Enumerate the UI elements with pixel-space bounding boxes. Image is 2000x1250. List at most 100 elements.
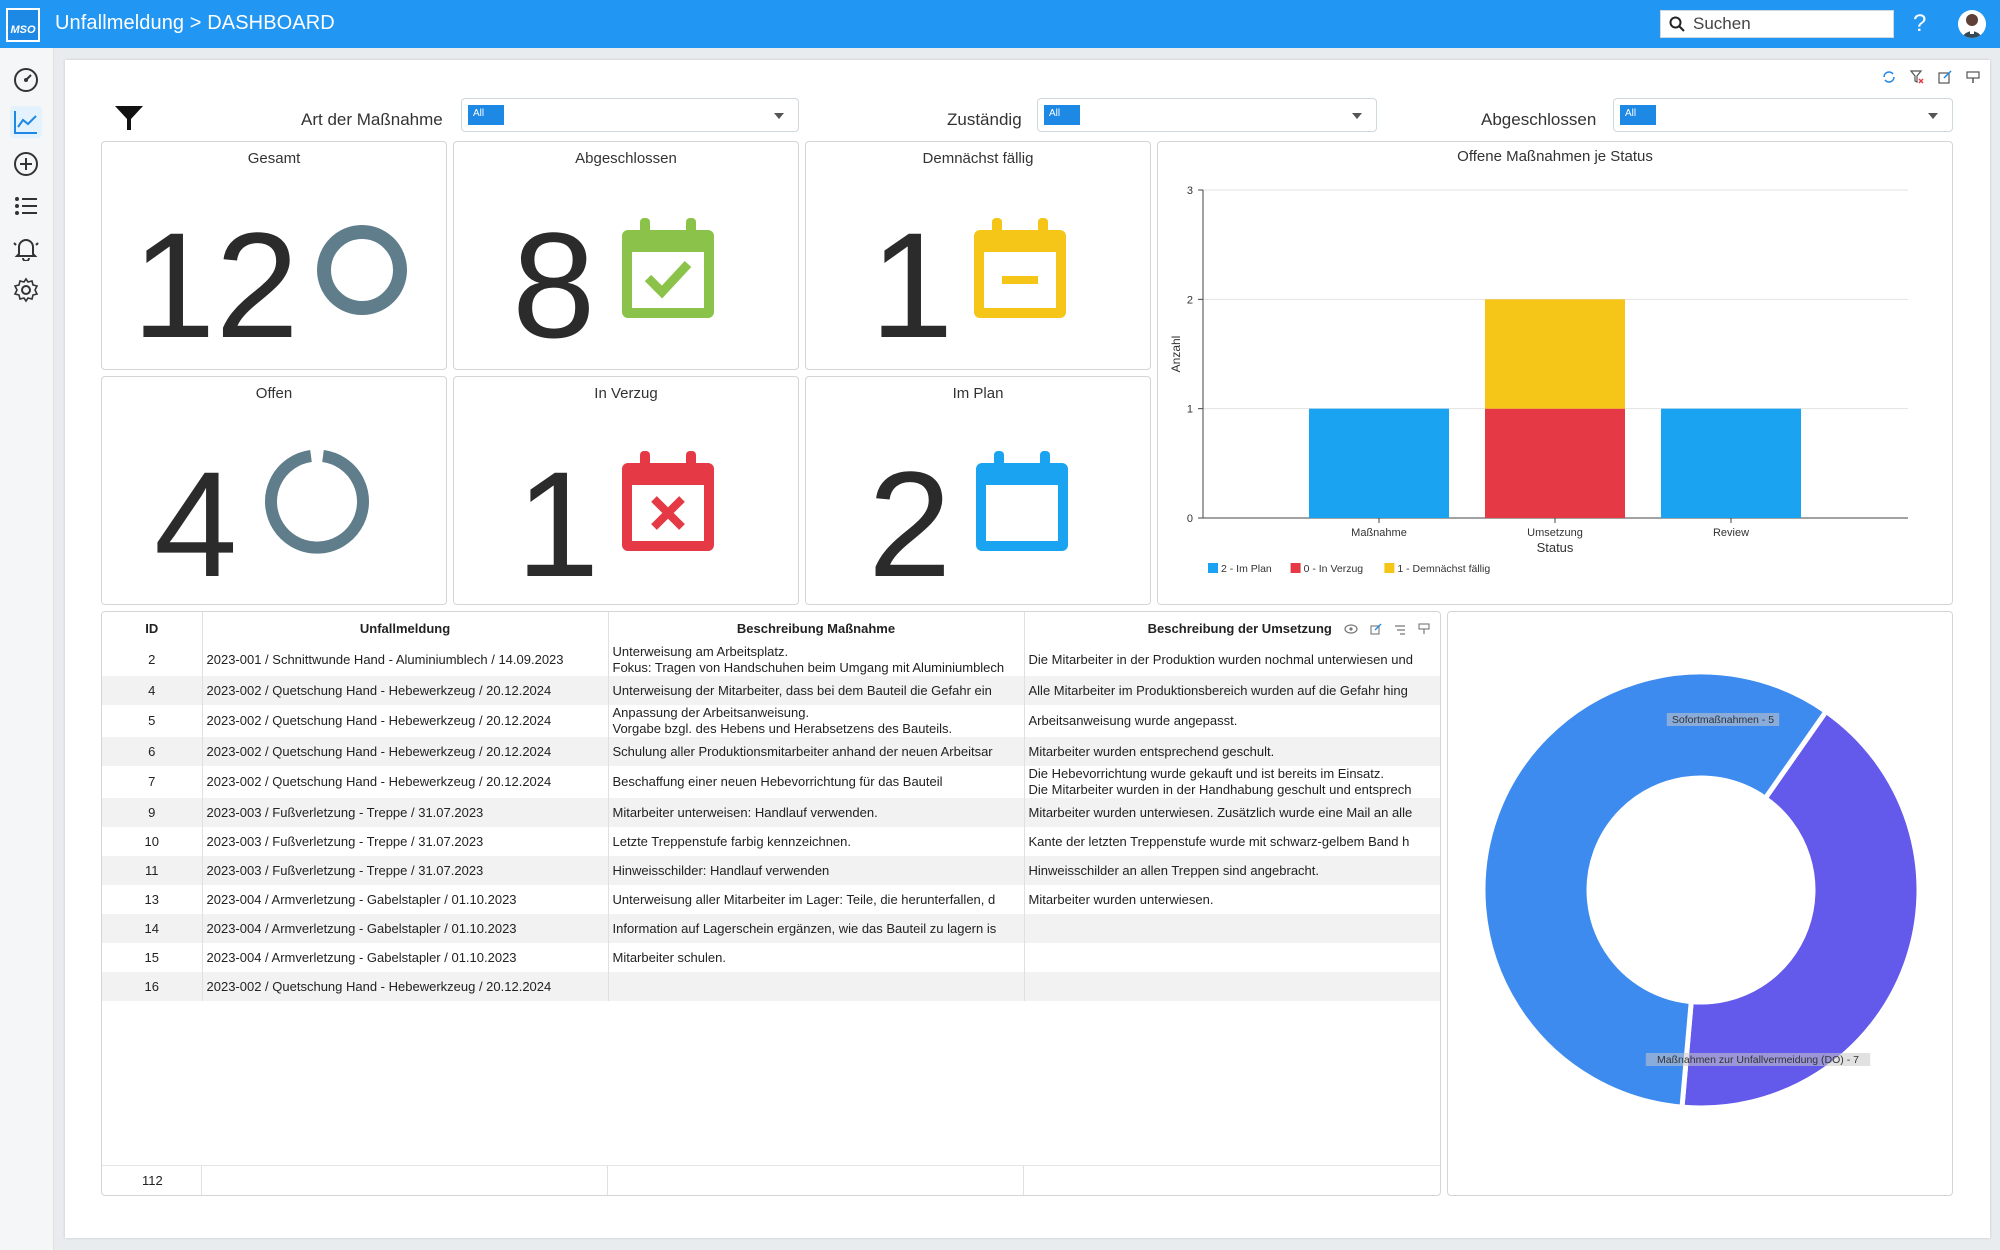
kpi-card-plan[interactable]: Im Plan 2 xyxy=(805,376,1151,605)
cell-line: Die Mitarbeiter wurden in der Handhabung… xyxy=(1028,782,1412,797)
cell-umsetzung xyxy=(1024,914,1440,943)
search-input[interactable]: Suchen xyxy=(1660,10,1894,38)
filter-label-zustaendig: Zuständig xyxy=(947,110,1022,129)
cell-umsetzung: Hinweisschilder an allen Treppen sind an… xyxy=(1024,856,1440,885)
filter-chip: All xyxy=(468,105,504,125)
search-icon xyxy=(1669,16,1685,32)
filter-select-zustaendig[interactable]: All xyxy=(1037,98,1377,132)
calendar-empty-icon xyxy=(976,451,1068,551)
pin-icon[interactable] xyxy=(1964,68,1982,86)
cell-id: 15 xyxy=(102,943,203,972)
cell-line: 15 xyxy=(144,949,159,965)
column-header-umsetzung[interactable]: Beschreibung der Umsetzung xyxy=(1024,612,1440,644)
table-row[interactable]: 9 2023-003 / Fußverletzung - Treppe / 31.… xyxy=(102,798,1440,827)
table-row[interactable]: 7 2023-002 / Quetschung Hand - Hebewerkze… xyxy=(102,766,1440,798)
kpi-title: Abgeschlossen xyxy=(575,150,677,167)
bar xyxy=(1485,299,1625,409)
table-row[interactable]: 5 2023-002 / Quetschung Hand - Hebewerkze… xyxy=(102,705,1440,737)
calendar-minus-icon xyxy=(974,218,1066,318)
cell-massnahme: Anpassung der Arbeitsanweisung. Vorgabe b… xyxy=(608,705,1025,737)
column-header-unfallmeldung[interactable]: Unfallmeldung xyxy=(202,612,609,644)
kpi-value: 1 xyxy=(516,440,600,608)
table-row[interactable]: 4 2023-002 / Quetschung Hand - Hebewerkze… xyxy=(102,676,1440,705)
calendar-x-icon xyxy=(622,451,714,551)
eye-icon[interactable] xyxy=(1343,623,1358,635)
export-icon[interactable] xyxy=(1936,68,1954,86)
filter-select-art[interactable]: All xyxy=(461,98,799,132)
cell-umsetzung: Arbeitsanweisung wurde angepasst. xyxy=(1024,705,1440,737)
cell-umsetzung: Mitarbeiter wurden entsprechend geschult… xyxy=(1024,737,1440,766)
sidebar-item-analytics[interactable] xyxy=(10,106,42,138)
export-icon[interactable] xyxy=(1369,623,1382,635)
cell-umsetzung: Die Hebevorrichtung wurde gekauft und is… xyxy=(1024,766,1440,798)
cell-massnahme xyxy=(608,972,1025,1001)
row-count: 112 xyxy=(142,1173,163,1188)
kpi-title: Offen xyxy=(255,385,293,402)
cell-massnahme: Beschaffung einer neuen Hebevorrichtung … xyxy=(608,766,1025,798)
kpi-card-verzug[interactable]: In Verzug 1 xyxy=(453,376,799,605)
cell-line: 7 xyxy=(148,774,156,789)
edit-icon[interactable] xyxy=(1394,623,1406,635)
cell-line: 10 xyxy=(144,833,159,849)
table-row[interactable]: 2 2023-001 / Schnittwunde Hand - Aluminiu… xyxy=(102,644,1440,676)
column-header-umsetzung-label: Beschreibung der Umsetzung xyxy=(1147,620,1332,636)
table-row[interactable]: 14 2023-004 / Armverletzung - Gabelstaple… xyxy=(102,914,1440,943)
kpi-value: 1 xyxy=(870,201,954,369)
cell-massnahme: Unterweisung aller Mitarbeiter im Lager:… xyxy=(608,885,1025,914)
table-row[interactable]: 15 2023-004 / Armverletzung - Gabelstaple… xyxy=(102,943,1440,972)
line-chart-icon xyxy=(14,111,37,134)
table-row[interactable]: 11 2023-003 / Fußverletzung - Treppe / 31… xyxy=(102,856,1440,885)
cell-massnahme: Mitarbeiter unterweisen: Handlauf verwen… xyxy=(608,798,1025,827)
clear-filter-icon[interactable] xyxy=(1908,68,1926,86)
column-header-id[interactable]: ID xyxy=(102,612,203,644)
cell-line: 2023-001 / Schnittwunde Hand - Aluminium… xyxy=(206,652,564,667)
sidebar-item-settings[interactable] xyxy=(10,274,42,306)
sidebar-item-dashboard[interactable] xyxy=(10,64,42,96)
pin-icon[interactable] xyxy=(1417,623,1430,635)
y-tick-label: 3 xyxy=(1187,185,1193,197)
chevron-down-icon xyxy=(774,113,784,119)
cell-umsetzung: Kante der letzten Treppenstufe wurde mit… xyxy=(1024,827,1440,856)
cell-unfallmeldung: 2023-004 / Armverletzung - Gabelstapler … xyxy=(202,914,609,943)
sidebar-item-add[interactable] xyxy=(10,148,42,180)
cell-umsetzung: Alle Mitarbeiter im Produktionsbereich w… xyxy=(1024,676,1440,705)
legend-label: 2 - Im Plan xyxy=(1221,563,1272,575)
kpi-card-abgeschlossen[interactable]: Abgeschlossen 8 xyxy=(453,141,799,370)
table-row[interactable]: 13 2023-004 / Armverletzung - Gabelstaple… xyxy=(102,885,1440,914)
cell-line: Mitarbeiter wurden unterwiesen. Zusätzli… xyxy=(1028,804,1413,820)
kpi-card-offen[interactable]: Offen 4 xyxy=(101,376,447,605)
sidebar-item-notifications[interactable] xyxy=(10,232,42,264)
cell-id: 13 xyxy=(102,885,203,914)
bar xyxy=(1485,408,1625,518)
cell-line: Mitarbeiter unterweisen: Handlauf verwen… xyxy=(612,804,878,820)
cell-line: Mitarbeiter wurden entsprechend geschult… xyxy=(1028,743,1275,759)
filter-icon[interactable] xyxy=(113,102,145,139)
list-icon xyxy=(15,197,37,215)
kpi-value: 4 xyxy=(154,440,238,608)
bar xyxy=(1661,408,1801,518)
refresh-icon[interactable] xyxy=(1880,68,1898,86)
filter-select-abgeschlossen[interactable]: All xyxy=(1613,98,1953,132)
avatar[interactable] xyxy=(1958,10,1986,38)
page-title: Unfallmeldung > DASHBOARD xyxy=(55,12,335,34)
table-row[interactable]: 16 2023-002 / Quetschung Hand - Hebewerkz… xyxy=(102,972,1440,1001)
cell-line: 5 xyxy=(148,713,156,728)
kpi-card-gesamt[interactable]: Gesamt 12 xyxy=(101,141,447,370)
table-row[interactable]: 6 2023-002 / Quetschung Hand - Hebewerkze… xyxy=(102,737,1440,766)
cell-line: Unterweisung am Arbeitsplatz. xyxy=(612,644,789,659)
legend-swatch xyxy=(1290,563,1301,573)
app-logo[interactable]: MSO xyxy=(6,8,40,42)
column-header-massnahme[interactable]: Beschreibung Maßnahme xyxy=(608,612,1025,644)
table-row[interactable]: 10 2023-003 / Fußverletzung - Treppe / 31… xyxy=(102,827,1440,856)
cell-line: Kante der letzten Treppenstufe wurde mit… xyxy=(1028,833,1410,849)
y-tick-label: 1 xyxy=(1187,404,1193,416)
ring-icon xyxy=(317,225,407,315)
y-axis-label: Anzahl xyxy=(1169,336,1183,373)
cell-umsetzung xyxy=(1024,972,1440,1001)
sidebar-item-list[interactable] xyxy=(10,190,42,222)
help-button[interactable]: ? xyxy=(1913,10,1926,38)
cell-unfallmeldung: 2023-003 / Fußverletzung - Treppe / 31.0… xyxy=(202,798,609,827)
filter-label-abgeschlossen: Abgeschlossen xyxy=(1481,110,1597,129)
cell-line: 4 xyxy=(148,682,156,698)
kpi-card-demnaechst[interactable]: Demnächst fällig 1 xyxy=(805,141,1151,370)
